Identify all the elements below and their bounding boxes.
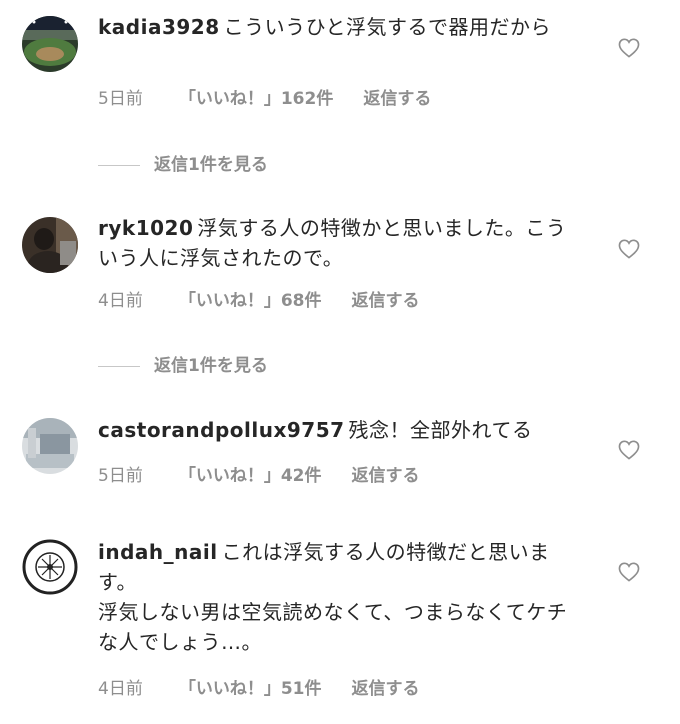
heart-icon[interactable] bbox=[618, 239, 640, 259]
reply-button[interactable]: 返信する bbox=[352, 286, 420, 311]
nail-logo-icon bbox=[22, 539, 78, 595]
comment-body: こういうひと浮気するで器用だから bbox=[223, 15, 552, 39]
stadium-photo-icon bbox=[22, 16, 78, 72]
reply-button[interactable]: 返信する bbox=[352, 674, 420, 699]
comment-meta: 5日前 「いいね！」162件 返信する bbox=[98, 84, 431, 109]
timestamp: 5日前 bbox=[98, 89, 143, 109]
heart-icon[interactable] bbox=[618, 562, 640, 582]
avatar[interactable] bbox=[22, 16, 78, 72]
comment-body: 残念！全部外れてる bbox=[348, 418, 533, 442]
reply-button[interactable]: 返信する bbox=[363, 84, 431, 109]
avatar[interactable] bbox=[22, 418, 78, 474]
timestamp: 4日前 bbox=[98, 679, 143, 699]
likes-count[interactable]: 「いいね！」51件 bbox=[179, 674, 322, 699]
view-replies-label: 返信1件を見る bbox=[154, 356, 268, 376]
person-photo-icon bbox=[22, 217, 78, 273]
likes-count[interactable]: 「いいね！」68件 bbox=[179, 286, 322, 311]
username[interactable]: castorandpollux9757 bbox=[98, 418, 345, 442]
view-replies-label: 返信1件を見る bbox=[154, 155, 268, 175]
timestamp: 4日前 bbox=[98, 291, 143, 311]
view-replies-button[interactable]: 返信1件を見る bbox=[98, 150, 268, 175]
timestamp: 5日前 bbox=[98, 466, 143, 486]
likes-count[interactable]: 「いいね！」162件 bbox=[179, 84, 334, 109]
avatar[interactable] bbox=[22, 217, 78, 273]
comment-body-line-2: 浮気しない男は空気読めなくて、つまらなくてケチな人でしょう…。 bbox=[98, 600, 568, 654]
likes-count[interactable]: 「いいね！」42件 bbox=[179, 461, 322, 486]
room-photo-icon bbox=[22, 418, 78, 474]
divider-line bbox=[98, 365, 140, 367]
view-replies-button[interactable]: 返信1件を見る bbox=[98, 351, 268, 376]
heart-icon[interactable] bbox=[618, 440, 640, 460]
comment-meta: 4日前 「いいね！」68件 返信する bbox=[98, 286, 420, 311]
comment-text: ryk1020 浮気する人の特徴かと思いました。こういう人に浮気されたので。 bbox=[98, 213, 578, 273]
username[interactable]: ryk1020 bbox=[98, 216, 193, 240]
avatar[interactable] bbox=[22, 539, 78, 595]
username[interactable]: indah_nail bbox=[98, 540, 218, 564]
comment-meta: 4日前 「いいね！」51件 返信する bbox=[98, 674, 420, 699]
comment-body-line-1: indah_nail これは浮気する人の特徴だと思います。 bbox=[98, 537, 578, 597]
divider-line bbox=[98, 164, 140, 166]
comment-meta: 5日前 「いいね！」42件 返信する bbox=[98, 461, 420, 486]
reply-button[interactable]: 返信する bbox=[352, 461, 420, 486]
comment-text: castorandpollux9757 残念！全部外れてる bbox=[98, 415, 598, 445]
comment-text: kadia3928 こういうひと浮気するで器用だから bbox=[98, 12, 578, 42]
heart-icon[interactable] bbox=[618, 38, 640, 58]
username[interactable]: kadia3928 bbox=[98, 15, 220, 39]
comment-text: indah_nail これは浮気する人の特徴だと思います。 浮気しない男は空気読め… bbox=[98, 537, 578, 657]
